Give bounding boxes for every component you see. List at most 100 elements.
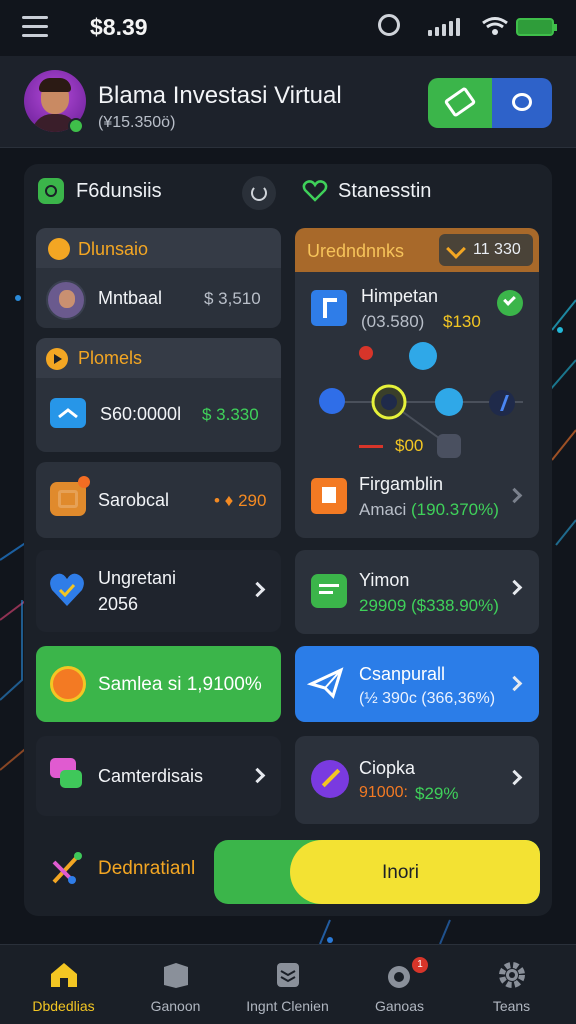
chat-bubbles-icon	[50, 758, 84, 792]
firgaam-sub-a: Amaci	[359, 500, 407, 519]
yimon-value: 29909 ($338.90%)	[359, 596, 499, 615]
verify-icon	[409, 342, 437, 370]
header: Blama Investasi Virtual (¥15.350ö)	[0, 56, 576, 148]
ciopka-name: Ciopka	[359, 758, 416, 778]
nav-item-teans[interactable]: Teans	[454, 945, 569, 1024]
nav-item-ganoas[interactable]: 1 Ganoas	[342, 945, 457, 1024]
uredna-badge-value: 11 330	[473, 241, 521, 258]
shield-heart-icon	[50, 573, 84, 606]
upgrade-card[interactable]: Ungretani 2056	[36, 550, 281, 632]
deposit-value: $ 3,510	[204, 289, 261, 308]
samlea-button[interactable]: Samlea si 1,9100%	[36, 646, 281, 722]
himpetan-network-price: $00	[395, 436, 424, 455]
csanpurall-button[interactable]: Csanpurall (½ 390c (366,36%)	[295, 646, 539, 722]
chevron-right-icon	[506, 487, 523, 504]
hammer-icon	[446, 239, 466, 259]
network-icon	[48, 850, 86, 888]
nav-label: Ganoon	[150, 998, 201, 1014]
chat-button[interactable]	[492, 78, 552, 128]
wifi-icon	[482, 17, 508, 35]
airplane-icon	[307, 667, 344, 699]
bookmark-icon	[311, 478, 347, 514]
himpetan-value-b: $130	[443, 312, 481, 331]
nav-label: Ganoas	[374, 998, 425, 1014]
box-icon	[164, 963, 188, 988]
signal-icon	[428, 18, 474, 36]
app-title: Blama Investasi Virtual	[98, 82, 342, 109]
target-icon	[388, 966, 410, 988]
uredna-title: Uredndnnks	[307, 241, 405, 261]
heart-icon	[302, 180, 328, 202]
invest-action-button[interactable]: Inori	[214, 840, 540, 904]
promo-name: S60:0000l	[100, 404, 182, 424]
chevron-right-icon	[506, 769, 523, 786]
nav-label: Teans	[492, 998, 531, 1014]
ciopka-card[interactable]: Ciopka 91000: $29%	[295, 736, 539, 824]
sorobcal-card[interactable]: Sarobcal • ♦ 290	[36, 462, 281, 538]
yimon-card[interactable]: Yimon 29909 ($338.90%)	[295, 550, 539, 634]
refresh-button[interactable]	[242, 176, 276, 210]
right-section-title: Stanesstin	[338, 180, 432, 202]
status-time: $8.39	[90, 14, 148, 40]
firgaam-sub-b: (190.370%)	[411, 500, 499, 519]
ciopka-value-b: $29%	[415, 784, 459, 803]
yimon-name: Yimon	[359, 570, 410, 590]
menu-icon[interactable]	[22, 16, 48, 38]
user-avatar	[46, 280, 86, 320]
chevron-right-icon	[506, 675, 523, 692]
nav-label: Dbdedlias	[32, 998, 95, 1014]
deposit-name: Mntbaal	[98, 288, 163, 308]
promo-value: $ 3.330	[202, 405, 259, 424]
alert-icon	[359, 346, 373, 360]
feather-icon	[311, 760, 349, 798]
csanpurall-name: Csanpurall	[359, 664, 446, 684]
camterd-label: Camterdisais	[98, 766, 204, 786]
chart-up-icon	[50, 398, 86, 428]
promo-card[interactable]: Plomels S60:0000l $ 3.330	[36, 338, 281, 452]
chevron-right-icon	[506, 579, 523, 596]
chevron-right-icon	[249, 581, 266, 598]
gear-icon	[499, 962, 525, 988]
nav-item-ganoon[interactable]: Ganoon	[118, 945, 233, 1024]
upgrade-line2: 2056	[98, 594, 139, 614]
nav-label: Ingnt Clenien	[246, 998, 329, 1014]
csanpurall-value: (½ 390c (366,36%)	[359, 690, 496, 707]
bottom-nav: Dbdedlias Ganoon Ingnt Clenien 1 Ganoas …	[0, 944, 576, 1024]
nav-item-dashboard[interactable]: Dbdedlias	[6, 945, 121, 1024]
dedration-label: Dednratianl	[98, 858, 196, 879]
bank-icon	[437, 434, 461, 458]
status-bar: $8.39	[0, 0, 576, 54]
samlea-label: Samlea si 1,9100%	[98, 674, 262, 695]
notification-badge: 1	[412, 957, 428, 973]
upgrade-line1: Ungretani	[98, 568, 177, 588]
ticket-button[interactable]	[428, 78, 492, 128]
shield-icon	[435, 388, 463, 416]
sorobcal-name: Sarobcal	[98, 490, 170, 510]
chat-icon	[512, 93, 532, 111]
battery-icon	[516, 18, 557, 36]
alarm-icon	[378, 14, 400, 36]
header-action-group	[428, 78, 552, 128]
check-icon	[497, 290, 523, 316]
nav-item-clenien[interactable]: Ingnt Clenien	[230, 945, 345, 1024]
chevron-right-icon	[249, 767, 266, 784]
verified-badge-icon	[68, 118, 84, 134]
left-section-title: F6dunsiis	[76, 180, 162, 202]
sorobcal-value: • ♦ 290	[214, 491, 267, 510]
ciopka-value-a: 91000:	[359, 784, 408, 801]
deposit-card-title: Dlunsaio	[78, 239, 149, 259]
uredna-card[interactable]: Uredndnnks 11 330 Himpetan (03.580) $130…	[295, 228, 539, 538]
share-icon	[319, 388, 345, 414]
promo-card-title: Plomels	[78, 348, 143, 368]
deposit-card[interactable]: Dlunsaio Mntbaal $ 3,510	[36, 228, 281, 328]
uredna-badge: 11 330	[439, 234, 533, 266]
himpetan-value-a: (03.580)	[361, 312, 425, 331]
minus-icon	[359, 445, 383, 448]
box-icon	[50, 476, 90, 516]
camterd-card[interactable]: Camterdisais	[36, 736, 281, 816]
invest-action-label: Inori	[382, 862, 419, 883]
layers-icon	[277, 963, 299, 987]
coin-icon	[48, 238, 70, 260]
ticket-icon	[443, 86, 477, 118]
wallet-icon	[38, 178, 64, 204]
